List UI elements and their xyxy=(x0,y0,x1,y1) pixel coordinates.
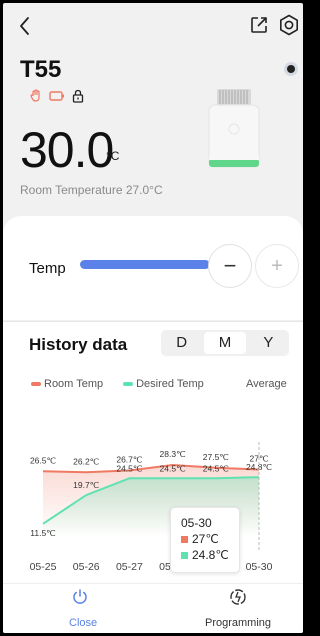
temperature-unit: °C xyxy=(106,149,120,163)
app-screen: T55 30.0 °C Room Temperature 27.0°C Temp… xyxy=(3,3,303,633)
back-arrow-icon[interactable] xyxy=(17,15,33,37)
history-title: History data xyxy=(29,335,128,354)
current-temperature: 30.0 xyxy=(20,122,114,178)
x-tick-label: 05-26 xyxy=(73,561,100,573)
share-icon[interactable] xyxy=(249,15,269,35)
bottom-navigation: Close Programming xyxy=(3,583,303,633)
power-icon[interactable] xyxy=(71,588,89,606)
tab-day[interactable]: D xyxy=(161,330,202,356)
tooltip-desired-value: 24.8℃ xyxy=(192,548,229,562)
history-line-chart[interactable]: 26.5℃ 26.2℃ 26.7℃28.3℃ 27.5℃ 27℃11.5℃19.7℃24… xyxy=(3,412,303,582)
hand-icon xyxy=(30,89,40,102)
chart-legend: Room Temp Desired Temp xyxy=(31,378,224,390)
data-label: 27.5℃ xyxy=(203,452,230,462)
top-bar xyxy=(3,3,303,47)
tooltip-date: 05-30 xyxy=(181,516,212,530)
legend-room-temp: Room Temp xyxy=(31,378,103,390)
programming-button[interactable]: Programming xyxy=(205,617,271,629)
schedule-icon[interactable] xyxy=(229,588,247,606)
temperature-control-card: Temp − + xyxy=(3,216,303,320)
legend-swatch-room xyxy=(31,382,41,386)
x-tick-label: 05-30 xyxy=(246,561,273,573)
data-label: 26.2℃ xyxy=(73,456,100,466)
temp-label: Temp xyxy=(29,260,66,277)
chart-tooltip: 05-30 27℃ 24.8℃ xyxy=(170,507,240,573)
tooltip-room-value: 27℃ xyxy=(192,532,219,546)
x-tick-label: 05-27 xyxy=(116,561,143,573)
decrease-temperature-button[interactable]: − xyxy=(208,244,252,288)
history-data-card: History data D M Y Room Temp Desired Tem… xyxy=(3,321,303,583)
settings-icon[interactable] xyxy=(278,14,300,36)
tab-year[interactable]: Y xyxy=(248,330,289,356)
legend-desired-label: Desired Temp xyxy=(136,378,204,390)
data-label: 11.5℃ xyxy=(30,528,56,538)
thermostat-device-image xyxy=(208,89,260,168)
tab-month[interactable]: M xyxy=(204,332,246,354)
period-tabs: D M Y xyxy=(161,330,289,356)
tooltip-room-row: 27℃ xyxy=(181,532,239,546)
device-name: T55 xyxy=(20,56,62,83)
tooltip-room-swatch xyxy=(181,535,188,543)
data-label: 24.5℃ xyxy=(116,463,143,473)
status-icons xyxy=(29,89,85,103)
data-label: 24.5℃ xyxy=(203,463,230,473)
data-label: 26.5℃ xyxy=(30,455,57,465)
close-button[interactable]: Close xyxy=(69,617,97,629)
average-toggle[interactable]: Average xyxy=(246,378,287,390)
room-temperature: Room Temperature 27.0°C xyxy=(20,183,163,197)
data-label: 19.7℃ xyxy=(73,480,100,490)
data-label: 24.5℃ xyxy=(160,463,187,473)
tooltip-desired-swatch xyxy=(181,551,188,559)
legend-room-label: Room Temp xyxy=(44,378,104,390)
status-indicator-icon[interactable] xyxy=(284,62,298,76)
increase-temperature-button[interactable]: + xyxy=(255,244,299,288)
battery-icon xyxy=(49,91,64,101)
legend-desired-temp: Desired Temp xyxy=(123,378,204,390)
data-label: 28.3℃ xyxy=(160,449,187,459)
x-tick-label: 05-25 xyxy=(30,561,57,573)
lock-icon xyxy=(72,89,84,103)
tooltip-desired-row: 24.8℃ xyxy=(181,548,239,562)
legend-swatch-desired xyxy=(123,382,134,386)
temperature-slider[interactable] xyxy=(80,260,210,269)
